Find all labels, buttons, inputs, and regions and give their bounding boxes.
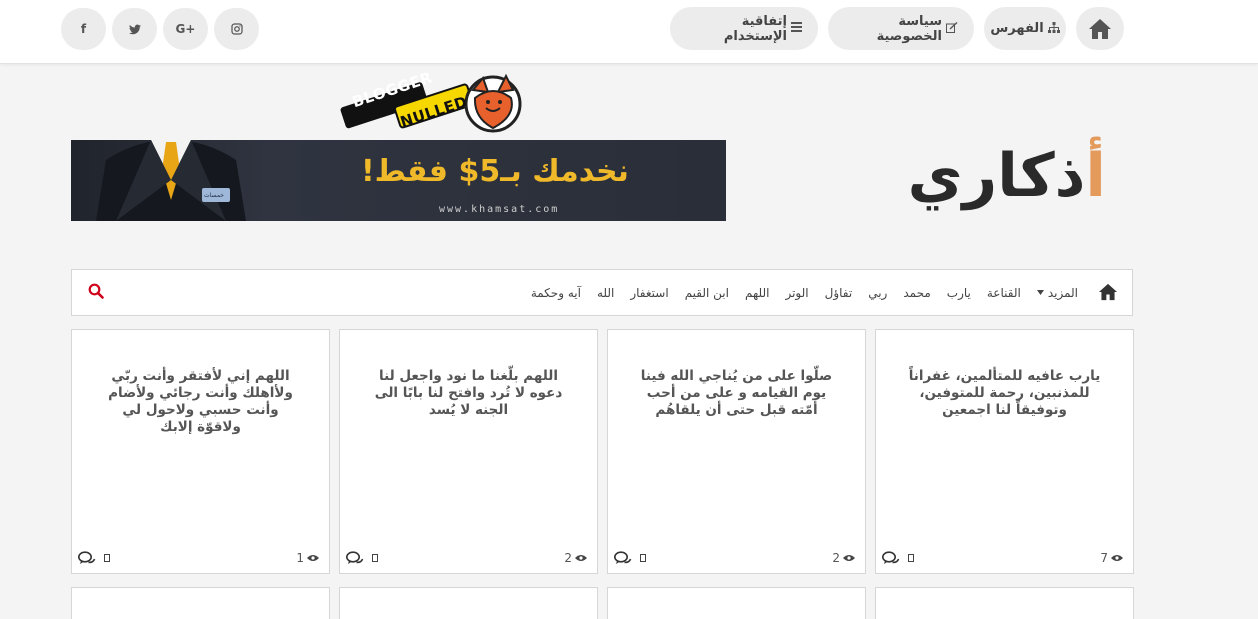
- post-card[interactable]: يارب عافيه للمتألمين، غفراناً للمذنبين، …: [875, 329, 1134, 574]
- view-count: 7: [1100, 551, 1123, 565]
- twitter-bird-icon: [128, 24, 141, 34]
- index-label: الفهرس: [990, 21, 1044, 36]
- suit-illustration: [96, 140, 246, 221]
- banner-url: www.khamsat.com: [439, 204, 560, 215]
- view-count-value: 2: [564, 551, 572, 565]
- comments-link[interactable]: [614, 551, 646, 565]
- posts-grid: اللهم إني لأفتقر وأنت ربّي ولأاهلك وأنت …: [71, 329, 1134, 619]
- main-menu: آيه وحكمة الله استغفار ابن القيم اللهم ا…: [71, 269, 1133, 316]
- view-count: 2: [832, 551, 855, 565]
- khamsat-banner[interactable]: خمسات نخدمك بـ5$ فقط! www.khamsat.com: [71, 140, 726, 221]
- list-icon: [791, 22, 802, 35]
- comment-count-box: [908, 554, 914, 562]
- menu-item[interactable]: يارب: [947, 286, 971, 300]
- post-footer: 7: [882, 551, 1123, 567]
- view-count-value: 2: [832, 551, 840, 565]
- post-text: يارب عافيه للمتألمين، غفراناً للمذنبين، …: [908, 368, 1101, 418]
- post-text: صلّوا على من يُناجي الله فينا يوم القيام…: [640, 368, 833, 418]
- menu-home-button[interactable]: [1098, 283, 1118, 305]
- comments-link[interactable]: [346, 551, 378, 565]
- edit-icon: [946, 21, 958, 36]
- eye-icon: [1111, 555, 1123, 561]
- instagram-camera-icon: [230, 23, 243, 35]
- google-plus-icon[interactable]: G+: [163, 8, 208, 50]
- comment-count-box: [104, 554, 110, 562]
- site-logo[interactable]: أذكاري: [896, 126, 1108, 226]
- menu-items: آيه وحكمة الله استغفار ابن القيم اللهم ا…: [531, 270, 1078, 315]
- top-bar: f G+ الفهرس سياسة الخصوصية إتفاقية الإست…: [0, 0, 1258, 64]
- privacy-link[interactable]: سياسة الخصوصية: [828, 7, 974, 50]
- top-nav: الفهرس سياسة الخصوصية إتفاقية الإستخدام: [670, 7, 1124, 50]
- comments-link[interactable]: [882, 551, 914, 565]
- post-text: اللهم بلّغنا ما نود واجعل لنا دعوه لا تُ…: [374, 368, 563, 418]
- facebook-icon[interactable]: f: [61, 8, 106, 50]
- blogger-nulled-logo: BLOGGER NULLED: [338, 68, 528, 136]
- menu-item[interactable]: آيه وحكمة: [531, 286, 581, 300]
- post-card[interactable]: [875, 587, 1134, 619]
- view-count-value: 1: [296, 551, 304, 565]
- menu-item[interactable]: ربي: [868, 286, 887, 300]
- home-icon: [1089, 18, 1111, 39]
- post-card[interactable]: اللهم بلّغنا ما نود واجعل لنا دعوه لا تُ…: [339, 329, 598, 574]
- instagram-icon[interactable]: [214, 8, 259, 50]
- search-button[interactable]: [88, 283, 104, 303]
- logo-rest: ذكاري: [907, 141, 1088, 211]
- fox-icon: [464, 73, 522, 133]
- menu-item[interactable]: ابن القيم: [685, 286, 729, 300]
- menu-item[interactable]: الوتر: [785, 286, 808, 300]
- search-icon: [88, 283, 104, 299]
- view-count-value: 7: [1100, 551, 1108, 565]
- caret-down-icon: [1036, 290, 1044, 295]
- eye-icon: [575, 555, 587, 561]
- terms-label: إتفاقية الإستخدام: [723, 13, 787, 44]
- comments-icon: [614, 551, 632, 564]
- view-count: 1: [296, 551, 319, 565]
- post-card[interactable]: صلّوا على من يُناجي الله فينا يوم القيام…: [607, 329, 866, 574]
- privacy-label: سياسة الخصوصية: [876, 13, 942, 44]
- home-icon: [1099, 283, 1117, 301]
- menu-item[interactable]: الله: [597, 286, 614, 300]
- menu-item[interactable]: استغفار: [630, 286, 668, 300]
- logo-first-letter: أ: [1085, 141, 1108, 211]
- menu-more-dropdown[interactable]: المزيد: [1036, 285, 1078, 300]
- menu-item[interactable]: اللهم: [745, 286, 769, 300]
- comments-icon: [78, 551, 96, 564]
- view-count: 2: [564, 551, 587, 565]
- post-footer: 2: [614, 551, 855, 567]
- twitter-icon[interactable]: [112, 8, 157, 50]
- sitemap-icon: [1047, 21, 1060, 36]
- banner-headline: نخدمك بـ5$ فقط!: [361, 154, 629, 189]
- menu-item[interactable]: تفاؤل: [825, 286, 853, 300]
- post-card[interactable]: اللهم إني لأفتقر وأنت ربّي ولأاهلك وأنت …: [71, 329, 330, 574]
- menu-item[interactable]: محمد: [903, 286, 930, 300]
- post-footer: 1: [78, 551, 319, 567]
- post-text: اللهم إني لأفتقر وأنت ربّي ولأاهلك وأنت …: [108, 368, 293, 435]
- social-links: f G+: [61, 8, 259, 50]
- comment-count-box: [372, 554, 378, 562]
- eye-icon: [307, 555, 319, 561]
- site-logo-text: أذكاري: [907, 141, 1108, 211]
- post-footer: 2: [346, 551, 587, 567]
- eye-icon: [843, 555, 855, 561]
- home-button[interactable]: [1076, 7, 1124, 50]
- post-card[interactable]: [607, 587, 866, 619]
- comments-link[interactable]: [78, 551, 110, 565]
- post-card[interactable]: [71, 587, 330, 619]
- menu-item[interactable]: القناعة: [987, 286, 1021, 300]
- comments-icon: [882, 551, 900, 564]
- post-card[interactable]: [339, 587, 598, 619]
- google-plus-glyph: G+: [175, 22, 196, 36]
- menu-more-label: المزيد: [1047, 285, 1078, 300]
- comment-count-box: [640, 554, 646, 562]
- facebook-glyph: f: [80, 22, 87, 36]
- banner-badge-tag: خمسات: [204, 192, 225, 199]
- terms-link[interactable]: إتفاقية الإستخدام: [670, 7, 818, 50]
- comments-icon: [346, 551, 364, 564]
- index-link[interactable]: الفهرس: [984, 7, 1066, 50]
